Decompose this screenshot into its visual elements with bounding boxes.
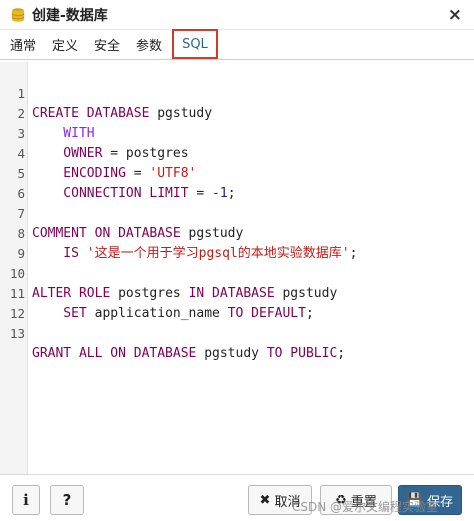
info-button[interactable]: i: [12, 485, 40, 515]
close-icon: ✖: [259, 492, 271, 508]
close-icon[interactable]: ×: [448, 5, 462, 25]
sql-keyword: GRANT ALL ON DATABASE: [32, 346, 197, 361]
code-line: 3 OWNER = postgres: [0, 104, 474, 161]
code-line: 9: [0, 224, 474, 261]
info-icon: i: [23, 491, 29, 509]
dialog-title: 创建-数据库: [32, 7, 108, 24]
code-line: 1 CREATE DATABASE pgstudy: [0, 64, 474, 121]
watermark: CSDN @爱尔文编程实验室: [292, 500, 439, 514]
line-number: 13: [9, 326, 25, 341]
tab-parameters[interactable]: 参数: [128, 29, 170, 59]
code-line: 10 ALTER ROLE postgres IN DATABASE pgstu…: [0, 244, 474, 301]
code-line: 4 ENCODING = 'UTF8': [0, 124, 474, 181]
tab-sql[interactable]: SQL: [172, 29, 218, 59]
sql-identifier: pgstudy: [196, 346, 267, 361]
tab-definition[interactable]: 定义: [44, 29, 86, 59]
code-line: 12: [0, 284, 474, 321]
code-line: 5 CONNECTION LIMIT = -1;: [0, 144, 474, 201]
help-button[interactable]: ?: [50, 485, 84, 515]
database-icon: [10, 7, 26, 23]
title-bar: 创建-数据库 ×: [0, 0, 474, 30]
code-line: 8 IS '这是一个用于学习pgsql的本地实验数据库';: [0, 204, 474, 261]
sql-editor[interactable]: 1 CREATE DATABASE pgstudy 2 WITH 3 OWNER…: [0, 62, 474, 474]
sql-text: ;: [337, 346, 346, 361]
code-line: 11 SET application_name TO DEFAULT;: [0, 264, 474, 321]
tab-bar: 通常 定义 安全 参数 SQL: [0, 29, 474, 60]
code-line: 2 WITH: [0, 84, 474, 141]
code-line: 13 GRANT ALL ON DATABASE pgstudy TO PUBL…: [0, 304, 474, 361]
tab-security[interactable]: 安全: [86, 29, 128, 59]
code-line: 6: [0, 164, 474, 201]
code-line: 7 COMMENT ON DATABASE pgstudy: [0, 184, 474, 241]
tab-general[interactable]: 通常: [0, 29, 44, 59]
help-icon: ?: [62, 491, 72, 509]
sql-keyword: TO PUBLIC: [266, 346, 338, 361]
